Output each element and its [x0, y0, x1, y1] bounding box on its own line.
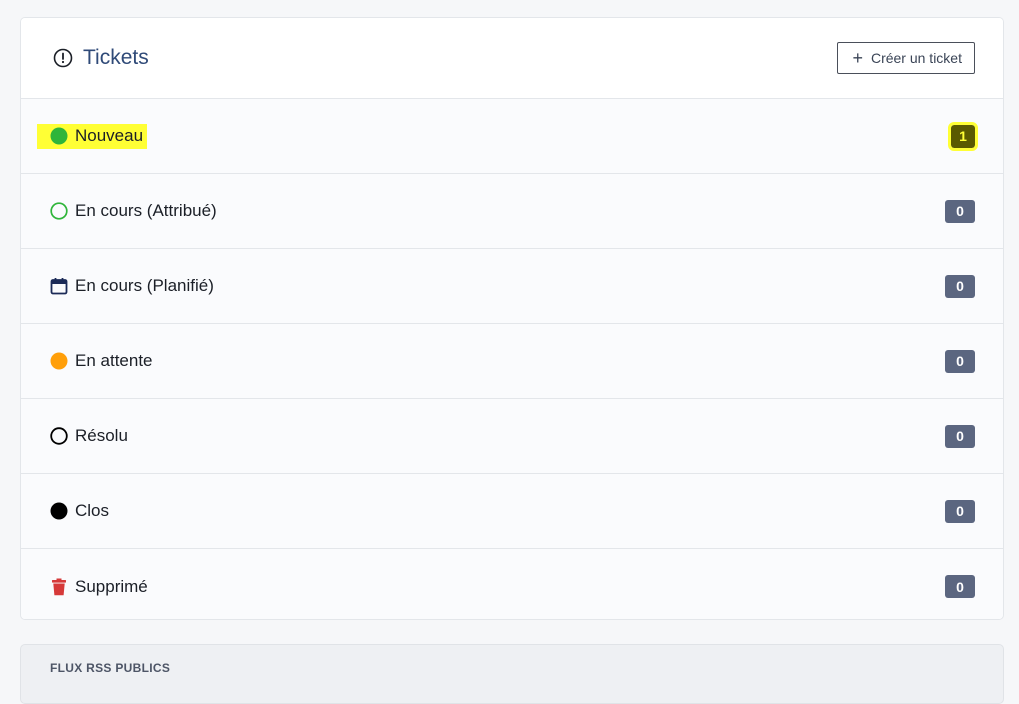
highlighted-label: Nouveau [37, 123, 148, 149]
exclamation-circle-icon [53, 48, 73, 68]
green-circle-outline-icon [49, 201, 69, 221]
rss-section-title: FLUX RSS PUBLICS [50, 661, 171, 675]
card-title: Tickets [53, 46, 149, 70]
green-dot-icon [49, 126, 69, 146]
black-circle-outline-icon [49, 426, 69, 446]
status-row-en-cours-attribue[interactable]: En cours (Attribué) 0 [21, 174, 1003, 249]
status-row-nouveau[interactable]: Nouveau 1 [21, 99, 1003, 174]
tickets-card: Tickets + Créer un ticket Nouveau 1 En c… [20, 17, 1004, 620]
status-row-supprime[interactable]: Supprimé 0 [21, 549, 1003, 619]
status-label: Résolu [75, 426, 128, 445]
status-row-en-cours-planifie[interactable]: En cours (Planifié) 0 [21, 249, 1003, 324]
create-ticket-label: Créer un ticket [870, 50, 962, 66]
orange-dot-icon [49, 351, 69, 371]
count-badge: 0 [945, 424, 975, 448]
count-badge: 1 [948, 121, 978, 151]
count-badge: 0 [945, 199, 975, 223]
calendar-icon [49, 276, 69, 296]
status-label: Clos [75, 501, 110, 520]
tickets-card-header: Tickets + Créer un ticket [21, 18, 1003, 99]
status-label: En cours (Planifié) [75, 276, 214, 295]
page-title: Tickets [83, 46, 149, 69]
black-dot-icon [49, 501, 69, 521]
status-row-clos[interactable]: Clos 0 [21, 474, 1003, 549]
trash-icon [49, 577, 69, 597]
status-label: En cours (Attribué) [75, 201, 217, 220]
count-badge: 0 [945, 499, 975, 523]
rss-feeds-card: FLUX RSS PUBLICS [20, 644, 1004, 704]
plus-icon: + [852, 48, 863, 68]
status-label: En attente [75, 351, 153, 370]
count-badge: 0 [945, 349, 975, 373]
status-label: Nouveau [75, 125, 144, 145]
status-label: Supprimé [75, 576, 148, 596]
status-row-en-attente[interactable]: En attente 0 [21, 324, 1003, 399]
status-row-resolu[interactable]: Résolu 0 [21, 399, 1003, 474]
create-ticket-button[interactable]: + Créer un ticket [837, 42, 975, 74]
count-badge: 0 [945, 575, 975, 598]
count-badge: 0 [945, 274, 975, 298]
